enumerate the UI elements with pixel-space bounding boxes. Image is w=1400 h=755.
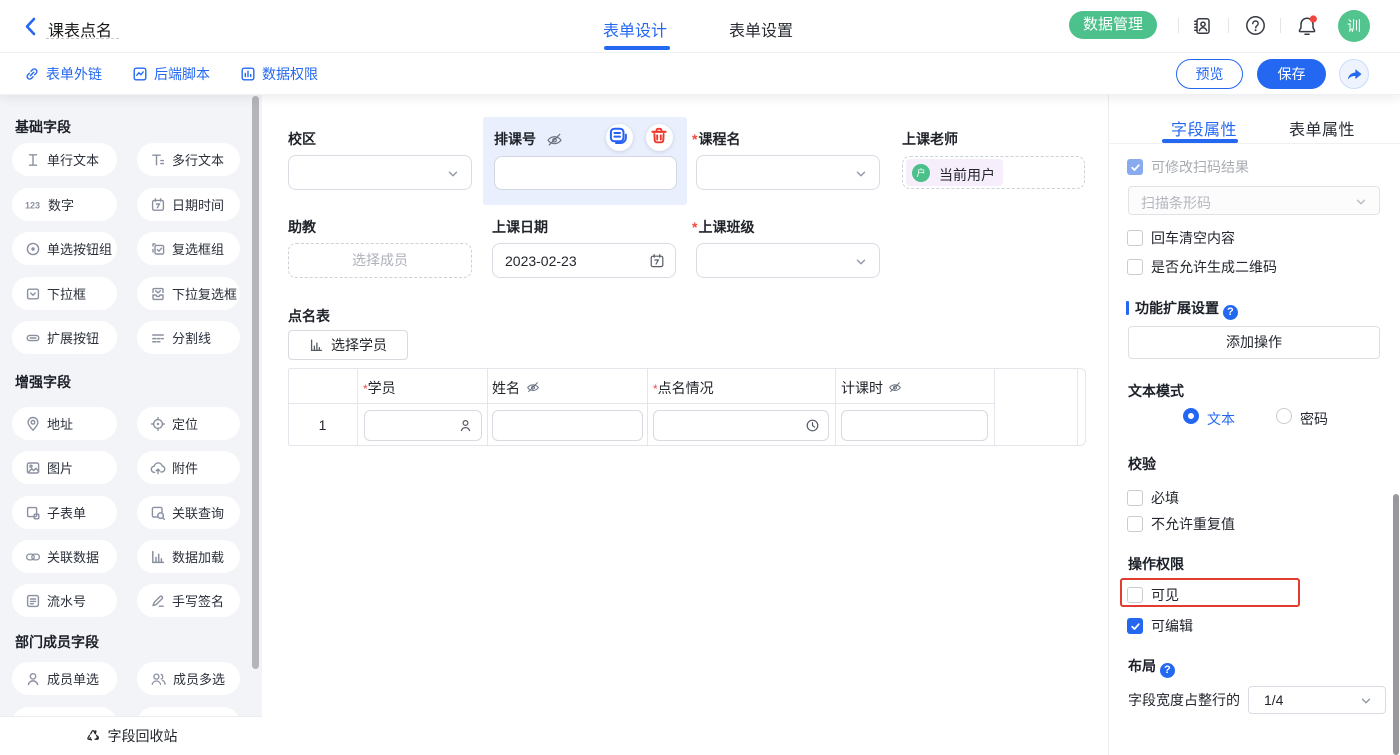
svg-text:123: 123 [25,200,40,210]
